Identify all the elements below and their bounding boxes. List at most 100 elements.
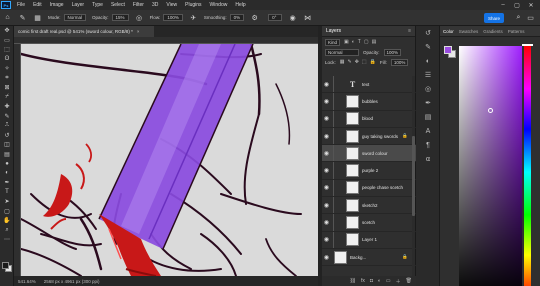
clone-stamp-tool-icon[interactable]: ⎍ [0, 121, 14, 131]
menu-edit[interactable]: Edit [29, 2, 46, 8]
symmetry-icon[interactable]: ⋈ [303, 13, 312, 22]
menu-file[interactable]: File [13, 2, 29, 8]
visibility-eye-icon[interactable]: ◉ [322, 115, 331, 122]
new-layer-icon[interactable]: ＋ [396, 278, 401, 285]
menu-plugins[interactable]: Plugins [181, 2, 205, 8]
horizontal-ruler[interactable] [14, 37, 318, 44]
saturation-value-picker[interactable] [459, 46, 522, 286]
layer-name[interactable]: sword colour [362, 151, 388, 156]
tab-layers[interactable]: Layers ≡ [322, 26, 415, 37]
blend-mode-dropdown[interactable]: Normal [325, 48, 359, 56]
tab-color[interactable]: Color [443, 29, 454, 34]
document-tab[interactable]: comic first draft real.psd @ 541% (sword… [14, 26, 154, 37]
history-brush-tool-icon[interactable]: ↺ [0, 131, 14, 141]
paths-panel-icon[interactable]: ✒ [416, 96, 440, 110]
foreground-color-chip[interactable] [444, 46, 452, 54]
menu-image[interactable]: Image [46, 2, 68, 8]
layer-name[interactable]: bubbles [362, 99, 378, 104]
visibility-eye-icon[interactable]: ◉ [322, 254, 331, 261]
scrollbar-thumb[interactable] [412, 136, 415, 216]
layer-name[interactable]: people chase scetch [362, 185, 403, 190]
document-canvas[interactable] [21, 44, 318, 276]
layer-row[interactable]: ◉ Layer 1 [322, 231, 416, 249]
visibility-eye-icon[interactable]: ◉ [322, 98, 331, 105]
menu-type[interactable]: Type [88, 2, 107, 8]
layer-row[interactable]: ◉ blood [322, 110, 416, 128]
adjustment-filter-icon[interactable]: ◐ [352, 39, 355, 45]
search-icon[interactable]: ⌕ [514, 13, 523, 22]
visibility-eye-icon[interactable]: ◉ [322, 167, 331, 174]
properties-panel-icon[interactable]: ☰ [416, 68, 440, 82]
pressure-size-icon[interactable]: ◉ [288, 13, 297, 22]
blur-tool-icon[interactable]: ● [0, 159, 14, 169]
close-tab-icon[interactable]: × [137, 29, 140, 34]
visibility-eye-icon[interactable]: ◉ [322, 150, 331, 157]
tab-patterns[interactable]: Patterns [508, 29, 525, 34]
path-selection-tool-icon[interactable]: ➤ [0, 197, 14, 207]
frame-tool-icon[interactable]: ⊠ [0, 83, 14, 93]
shape-tool-icon[interactable]: ▢ [0, 207, 14, 217]
layer-row-selected[interactable]: ◉ sword colour [322, 145, 416, 163]
visibility-eye-icon[interactable]: ◉ [322, 184, 331, 191]
lock-artboard-icon[interactable]: ⬚ [362, 59, 367, 65]
add-mask-icon[interactable]: ◘ [370, 278, 373, 284]
layer-name[interactable]: sketch2 [362, 203, 378, 208]
marquee-tool-icon[interactable]: ⬚ [0, 45, 14, 55]
quick-select-tool-icon[interactable]: ✧ [0, 64, 14, 74]
pixel-filter-icon[interactable]: ▣ [344, 39, 349, 45]
flow-control[interactable]: Flow: 100% [150, 14, 183, 21]
hue-slider[interactable] [524, 46, 531, 286]
smoothing-control[interactable]: Smoothing: 0% [204, 14, 245, 21]
menu-window[interactable]: Window [206, 2, 232, 8]
kind-filter-dropdown[interactable]: Kind [325, 38, 341, 46]
flow-field[interactable]: 100% [163, 14, 183, 21]
menu-help[interactable]: Help [231, 2, 249, 8]
layer-name[interactable]: blood [362, 116, 373, 121]
layers-scrollbar[interactable] [412, 76, 415, 276]
visibility-eye-icon[interactable]: ◉ [322, 219, 331, 226]
visibility-eye-icon[interactable]: ◉ [322, 202, 331, 209]
lasso-tool-icon[interactable]: ʘ [0, 55, 14, 65]
share-button[interactable]: Share [484, 13, 504, 23]
menu-layer[interactable]: Layer [68, 2, 89, 8]
lock-transparency-icon[interactable]: ▦ [340, 59, 345, 65]
layer-name[interactable]: scetch [362, 220, 375, 225]
eyedropper-tool-icon[interactable]: ⌿ [0, 93, 14, 103]
layer-name[interactable]: purple 2 [362, 168, 378, 173]
vertical-ruler[interactable] [14, 44, 21, 276]
artboard-tool-icon[interactable]: ▭ [0, 36, 14, 46]
visibility-eye-icon[interactable]: ◉ [322, 81, 331, 88]
glyphs-panel-icon[interactable]: ⍺ [416, 152, 440, 166]
layer-row[interactable]: ◉ people chase scetch [322, 179, 416, 198]
layer-opacity-field[interactable]: 100% [383, 48, 402, 56]
home-icon[interactable]: ⌂ [3, 13, 12, 22]
color-picker-cursor[interactable] [488, 108, 493, 113]
brushes-panel-icon[interactable]: ✎ [416, 40, 440, 54]
healing-brush-tool-icon[interactable]: ✚ [0, 102, 14, 112]
layer-row[interactable]: ◉ scetch [322, 214, 416, 232]
crop-tool-icon[interactable]: ⌗ [0, 74, 14, 84]
paragraph-panel-icon[interactable]: ¶ [416, 138, 440, 152]
smoothing-field[interactable]: 0% [229, 14, 245, 21]
pen-tool-icon[interactable]: ✒ [0, 178, 14, 188]
airbrush-icon[interactable]: ✈ [189, 13, 198, 22]
menu-view[interactable]: View [162, 2, 181, 8]
menu-3d[interactable]: 3D [148, 2, 162, 8]
angle-control[interactable]: 0° [265, 14, 283, 21]
opacity-field[interactable]: 15% [111, 14, 129, 21]
visibility-eye-icon[interactable]: ◉ [322, 236, 331, 243]
dodge-tool-icon[interactable]: ◐ [0, 169, 14, 179]
layer-row[interactable]: ◉ sketch2 [322, 197, 416, 215]
layer-name[interactable]: text [362, 82, 369, 87]
zoom-level[interactable]: 541.64% [18, 279, 36, 284]
type-tool-icon[interactable]: T [0, 188, 14, 198]
hand-tool-icon[interactable]: ✋ [0, 216, 14, 226]
tab-swatches[interactable]: Swatches [459, 29, 479, 34]
mode-control[interactable]: Mode: Normal [48, 14, 87, 21]
minimize-icon[interactable]: – [496, 0, 510, 10]
foreground-color-swatch[interactable] [2, 262, 9, 269]
eraser-tool-icon[interactable]: ◫ [0, 140, 14, 150]
layer-name[interactable]: Layer 1 [362, 237, 377, 242]
fill-field[interactable]: 100% [390, 58, 409, 66]
character-panel-icon[interactable]: A [416, 124, 440, 138]
